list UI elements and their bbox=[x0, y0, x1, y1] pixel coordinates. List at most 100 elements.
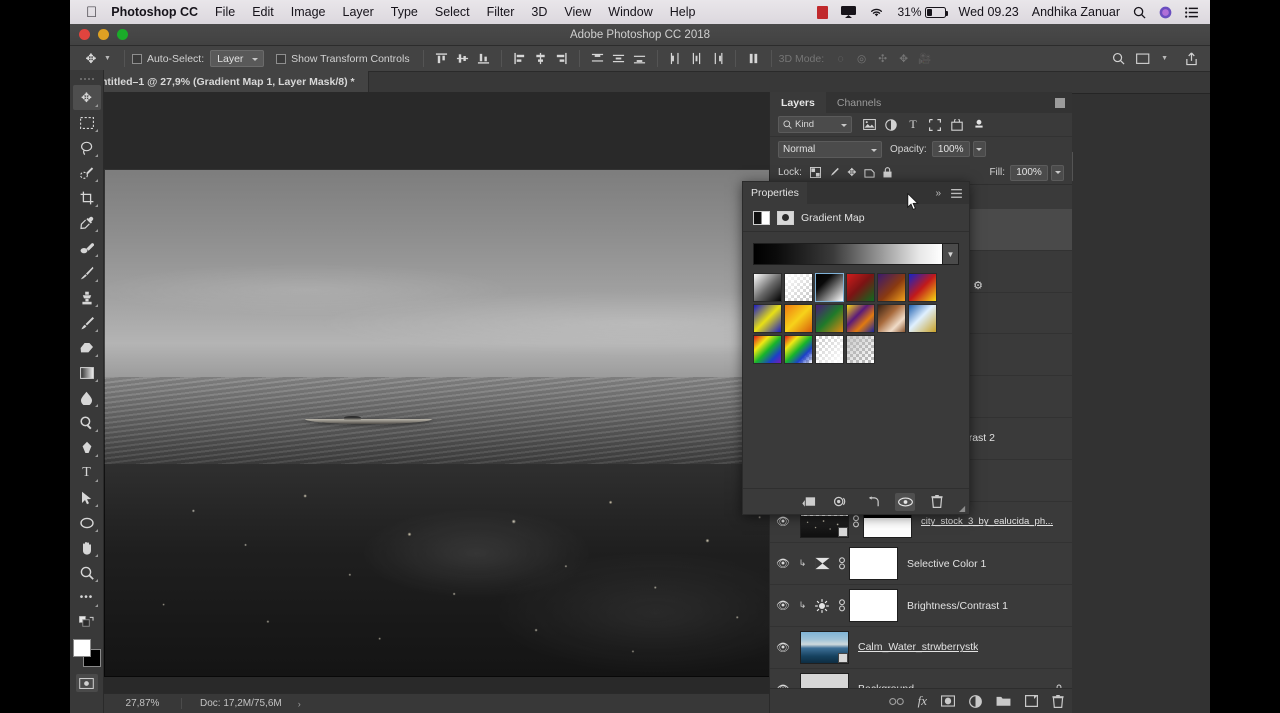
search-icon[interactable] bbox=[1112, 52, 1125, 65]
tool-brush-tool[interactable] bbox=[73, 260, 101, 285]
gradient-preset-foreground-to-background[interactable] bbox=[753, 273, 782, 302]
battery-icon[interactable]: 31% bbox=[897, 5, 945, 19]
layer-thumbnail[interactable] bbox=[800, 631, 849, 664]
new-layer-icon[interactable] bbox=[1025, 695, 1038, 707]
link-mask-icon[interactable] bbox=[835, 599, 849, 612]
delete-layer-icon[interactable] bbox=[1052, 695, 1064, 708]
foreground-color-swatch[interactable] bbox=[73, 639, 91, 657]
tool-path-selection-tool[interactable] bbox=[73, 485, 101, 510]
opacity-chevron-icon[interactable] bbox=[973, 141, 986, 157]
properties-panel-tab[interactable]: Properties bbox=[743, 182, 807, 204]
lock-transparent-pixels-icon[interactable] bbox=[807, 164, 825, 182]
layer-name[interactable]: Calm_Water_strwberrystk bbox=[858, 641, 978, 653]
distribute-top-icon[interactable] bbox=[587, 49, 608, 69]
tool-crop-tool[interactable] bbox=[73, 185, 101, 210]
auto-select-checkbox[interactable] bbox=[132, 54, 142, 64]
tool-rectangular-marquee-tool[interactable] bbox=[73, 110, 101, 135]
filter-kind-select[interactable]: Kind bbox=[778, 116, 852, 133]
layer-style-fx-icon[interactable]: fx bbox=[918, 693, 927, 709]
gradient-preset-red-green[interactable] bbox=[846, 273, 875, 302]
table-row[interactable]: 👁 ↳ Brightness/Contrast 1 bbox=[770, 585, 1072, 627]
lock-artboard-nesting-icon[interactable] bbox=[861, 164, 879, 182]
lock-image-pixels-icon[interactable] bbox=[825, 164, 843, 182]
tool-blur-tool[interactable] bbox=[73, 385, 101, 410]
align-top-edges-icon[interactable] bbox=[431, 49, 452, 69]
distribute-horizontal-center-icon[interactable] bbox=[686, 49, 707, 69]
status-chevron-icon[interactable]: › bbox=[298, 699, 301, 709]
menu-layer[interactable]: Layer bbox=[343, 5, 374, 19]
link-mask-icon[interactable] bbox=[849, 515, 863, 528]
distribute-right-icon[interactable] bbox=[707, 49, 728, 69]
opacity-field[interactable]: 100% bbox=[932, 141, 970, 157]
gradient-preset-copper[interactable] bbox=[877, 304, 906, 333]
gradient-preset-neutral-density[interactable] bbox=[846, 335, 875, 364]
layer-visibility-toggle[interactable]: 👁 bbox=[770, 641, 796, 654]
gradient-preset-yellow-violet-orange-blue[interactable] bbox=[846, 304, 875, 333]
menu-type[interactable]: Type bbox=[391, 5, 418, 19]
properties-panel-menu-icon[interactable] bbox=[951, 189, 962, 198]
link-mask-icon[interactable] bbox=[835, 557, 849, 570]
layer-mask-thumbnail[interactable] bbox=[849, 547, 898, 580]
apple-logo-icon[interactable]:  bbox=[86, 5, 97, 20]
tool-history-brush-tool[interactable] bbox=[73, 310, 101, 335]
add-layer-mask-icon[interactable] bbox=[941, 695, 955, 707]
layer-visibility-toggle[interactable]: 👁 bbox=[770, 557, 796, 570]
tab-layers[interactable]: Layers bbox=[770, 92, 826, 113]
layers-panel-menu-icon[interactable] bbox=[1055, 92, 1072, 113]
distribute-left-icon[interactable] bbox=[665, 49, 686, 69]
document-canvas[interactable] bbox=[104, 169, 849, 677]
menu-username[interactable]: Andhika Zanuar bbox=[1032, 5, 1120, 19]
brightness-contrast-icon[interactable] bbox=[809, 599, 835, 613]
tool-lasso-tool[interactable] bbox=[73, 135, 101, 160]
gradient-presets-picker[interactable]: ⚙ bbox=[753, 273, 959, 364]
align-vertical-centers-icon[interactable] bbox=[452, 49, 473, 69]
align-bottom-edges-icon[interactable] bbox=[473, 49, 494, 69]
tool-gradient-tool[interactable] bbox=[73, 360, 101, 385]
lock-all-icon[interactable] bbox=[879, 164, 897, 182]
table-row[interactable]: 👁 Background bbox=[770, 669, 1072, 688]
airplay-icon[interactable] bbox=[841, 6, 856, 18]
layer-thumbnail[interactable] bbox=[800, 673, 849, 688]
tool-hand-tool[interactable] bbox=[73, 535, 101, 560]
menu-edit[interactable]: Edit bbox=[252, 5, 274, 19]
layer-name[interactable]: city_stock_3_by_ealucida_ph... bbox=[921, 516, 1053, 527]
tool-eraser-tool[interactable] bbox=[73, 335, 101, 360]
filter-smartobject-icon[interactable] bbox=[946, 116, 968, 134]
filter-adjustment-icon[interactable] bbox=[880, 116, 902, 134]
selective-color-icon[interactable] bbox=[809, 557, 835, 570]
gradient-preview-row[interactable]: ▼ bbox=[753, 243, 959, 265]
tool-edit-toolbar-button[interactable]: ••• bbox=[73, 585, 101, 610]
zoom-level-field[interactable]: 27,87% bbox=[104, 698, 182, 709]
gradient-preset-orange-yellow-orange[interactable] bbox=[784, 304, 813, 333]
tools-panel-grip[interactable] bbox=[80, 76, 94, 82]
gradient-preset-violet-orange[interactable] bbox=[877, 273, 906, 302]
tool-type-tool[interactable]: T bbox=[73, 460, 101, 485]
filter-pixel-icon[interactable] bbox=[858, 116, 880, 134]
fill-chevron-icon[interactable] bbox=[1051, 165, 1064, 181]
link-layers-icon[interactable] bbox=[889, 697, 904, 706]
clip-to-layer-icon[interactable] bbox=[799, 493, 819, 511]
gradient-preset-transparent-rainbow[interactable] bbox=[784, 335, 813, 364]
layer-name[interactable]: Selective Color 1 bbox=[907, 558, 986, 570]
table-row[interactable]: 👁 ↳ Selective Color 1 bbox=[770, 543, 1072, 585]
gradient-preset-violet-green-orange[interactable] bbox=[815, 304, 844, 333]
default-colors-icon[interactable] bbox=[73, 610, 101, 635]
toggle-visibility-icon[interactable] bbox=[895, 493, 915, 511]
layer-mask-icon[interactable] bbox=[777, 211, 794, 225]
tool-zoom-tool[interactable] bbox=[73, 560, 101, 585]
menu-clock[interactable]: Wed 09.23 bbox=[959, 5, 1019, 19]
gradient-preview-bar[interactable] bbox=[753, 243, 943, 265]
tool-move-tool[interactable]: ✥ bbox=[73, 85, 101, 110]
tool-pen-tool[interactable] bbox=[73, 435, 101, 460]
blend-mode-select[interactable]: Normal bbox=[778, 141, 882, 158]
tool-preset-chevron-icon[interactable]: ▼ bbox=[104, 55, 111, 62]
quick-mask-icon[interactable] bbox=[76, 674, 98, 692]
tool-quick-selection-tool[interactable] bbox=[73, 160, 101, 185]
color-swatches[interactable] bbox=[73, 639, 101, 667]
view-previous-state-icon[interactable] bbox=[831, 493, 851, 511]
menu-image[interactable]: Image bbox=[291, 5, 326, 19]
document-tab[interactable]: × Untitled–1 @ 27,9% (Gradient Map 1, La… bbox=[70, 71, 369, 93]
auto-select-scope-select[interactable]: Layer bbox=[210, 50, 264, 67]
layer-mask-thumbnail[interactable] bbox=[849, 589, 898, 622]
layer-name[interactable]: Brightness/Contrast 1 bbox=[907, 600, 1008, 612]
